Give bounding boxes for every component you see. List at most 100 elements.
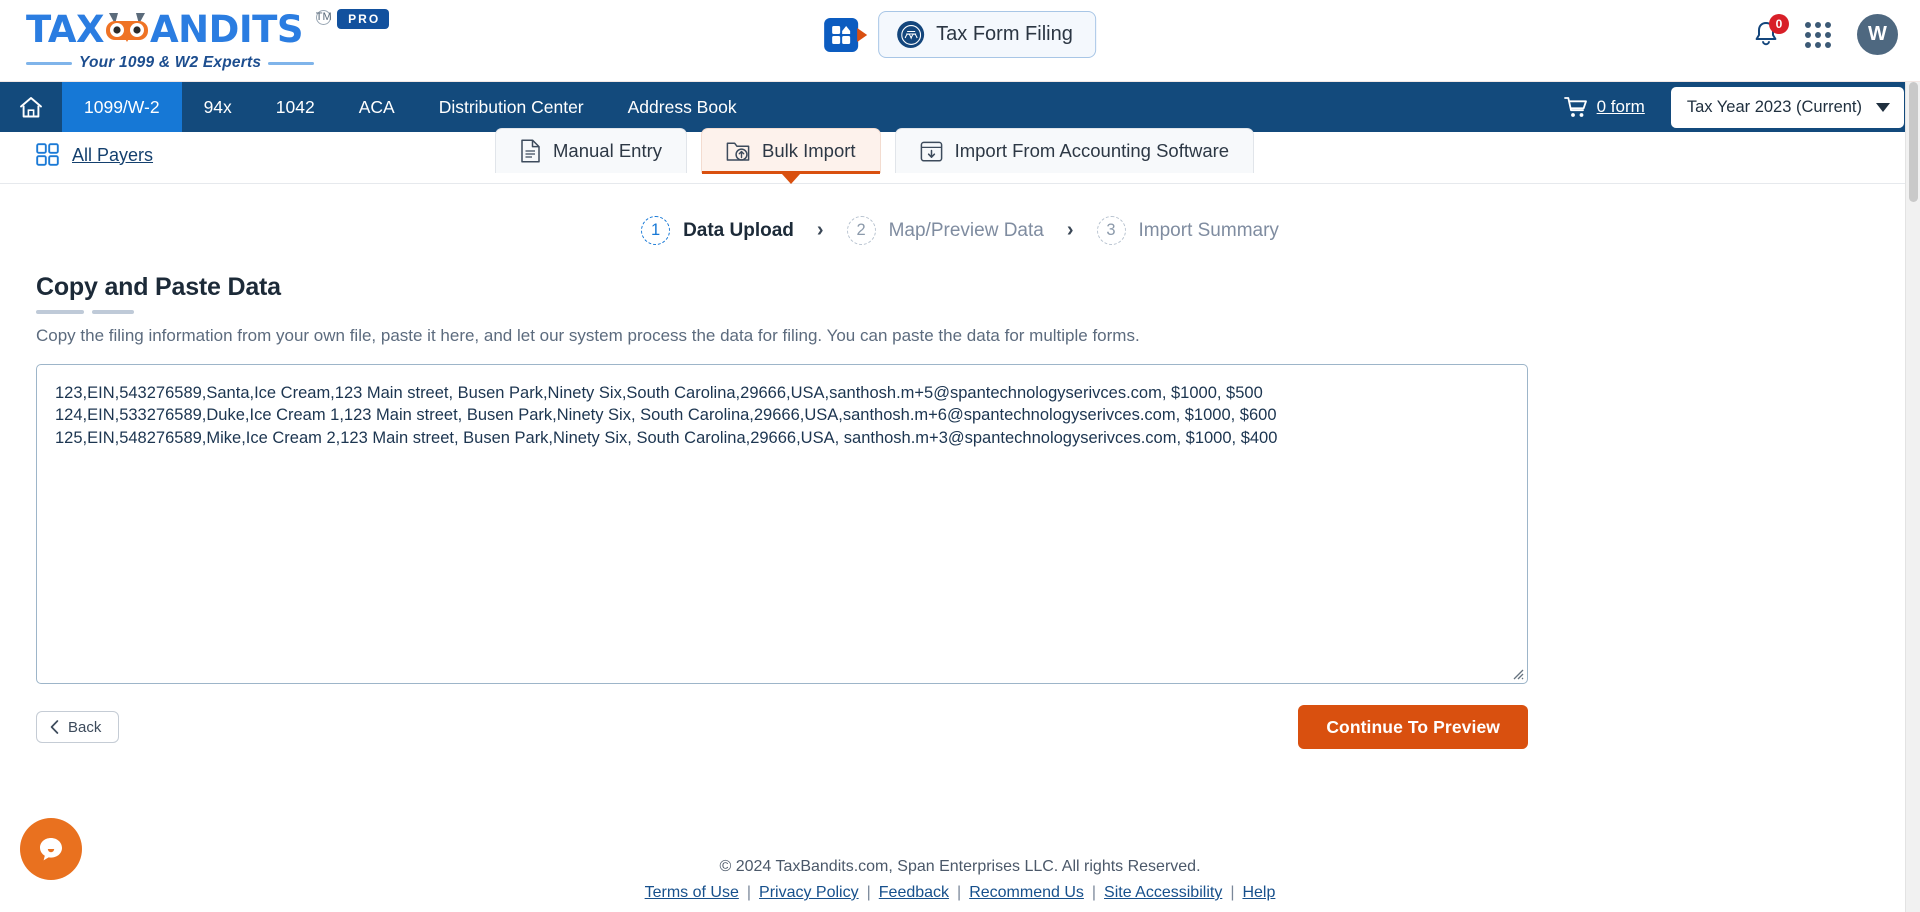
nav-label: Address Book [627,96,737,117]
tab-manual-entry[interactable]: Manual Entry [495,128,687,173]
nav-right-group: 0 form Tax Year 2023 (Current) [1563,82,1920,132]
paste-line: 125,EIN,548276589,Mike,Ice Cream 2,123 M… [55,428,1278,447]
logo-tagline: Your 1099 & W2 Experts [79,54,262,71]
sub-toolbar: All Payers Manual Entry Bulk Import Impo… [0,128,1920,184]
footer-separator: | [1230,884,1235,901]
footer-link-help[interactable]: Help [1242,884,1275,902]
trademark-icon: TM [315,10,332,25]
tax-form-filing-button[interactable]: Tax Form Filing [878,11,1096,58]
cart-label: 0 form [1596,97,1645,116]
tab-label: Manual Entry [553,140,662,161]
step-label: Map/Preview Data [888,219,1044,241]
nav-label: 94x [203,96,232,117]
logo-word-bandits: ANDITS [150,8,303,51]
title-underline-decoration [36,310,1884,314]
brand-logo[interactable]: TAX ANDITS Your 1099 & W2 Experts TM PRO [26,8,390,72]
continue-to-preview-button[interactable]: Continue To Preview [1298,705,1528,749]
step-label: Data Upload [683,219,794,241]
footer-link-recommend-us[interactable]: Recommend Us [969,884,1084,902]
nav-item-1042[interactable]: 1042 [254,82,337,132]
logo-word-tax: TAX [26,8,105,51]
avatar[interactable]: W [1857,14,1898,55]
owl-icon [105,11,149,51]
header-center-nav: Tax Form Filing [824,11,1096,58]
logo-tagline-row: Your 1099 & W2 Experts [26,54,315,72]
tax-form-filing-label: Tax Form Filing [936,23,1073,45]
footer-links: Terms of Use | Privacy Policy | Feedback… [0,884,1920,902]
tagline-rule-right [268,61,315,65]
chat-bubble-icon [40,838,62,861]
form-action-bar: Back Continue To Preview [36,705,1528,749]
tax-year-select[interactable]: Tax Year 2023 (Current) [1670,86,1904,128]
pro-badge: PRO [337,9,390,29]
step-number: 2 [846,216,876,245]
irs-seal-icon [897,21,925,48]
paste-line: 123,EIN,543276589,Santa,Ice Cream,123 Ma… [55,384,1263,402]
cart-icon [1563,96,1587,117]
footer-separator: | [866,884,871,901]
grid-squares-icon [36,143,59,166]
nav-item-aca[interactable]: ACA [337,82,417,132]
step-number: 3 [1096,216,1126,245]
active-tab-pointer-icon [781,174,800,184]
top-header: TAX ANDITS Your 1099 & W2 Experts TM PRO… [0,0,1920,82]
footer-link-privacy-policy[interactable]: Privacy Policy [759,884,859,902]
footer-separator: | [746,884,752,901]
apps-grid-icon [1805,21,1811,28]
footer-separator: | [957,884,962,901]
page-scrollbar[interactable] [1905,82,1920,912]
page-title: Copy and Paste Data [36,273,281,301]
step-separator-icon: › [816,219,824,241]
box-download-icon [920,141,942,162]
nav-item-1099-w2[interactable]: 1099/W-2 [62,82,182,132]
step-import-summary[interactable]: 3 Import Summary [1096,216,1279,245]
nav-item-94x[interactable]: 94x [182,82,254,132]
step-map-preview-data[interactable]: 2 Map/Preview Data [846,216,1044,245]
footer-link-site-accessibility[interactable]: Site Accessibility [1104,884,1222,902]
step-number: 1 [641,216,671,245]
main-navigation: 1099/W-2 94x 1042 ACA Distribution Cente… [0,82,1920,132]
resize-handle[interactable] [1510,666,1524,680]
all-payers-link[interactable]: All Payers [36,143,153,167]
paste-data-textarea[interactable]: 123,EIN,543276589,Santa,Ice Cream,123 Ma… [36,364,1528,684]
nav-item-address-book[interactable]: Address Book [606,82,759,132]
chevron-left-icon [50,720,59,734]
tagline-rule-left [26,61,72,65]
apps-grid-button[interactable] [1805,21,1831,48]
cart-link[interactable]: 0 form [1563,96,1645,119]
nav-item-distribution-center[interactable]: Distribution Center [417,82,606,132]
step-separator-icon: › [1066,219,1074,241]
back-button[interactable]: Back [36,711,120,743]
main-content: Copy and Paste Data Copy the filing info… [0,273,1920,749]
nav-label: ACA [358,96,395,117]
page-footer: © 2024 TaxBandits.com, Span Enterprises … [0,858,1920,902]
entry-method-tabs: Manual Entry Bulk Import Import From Acc… [495,128,1255,184]
home-icon [20,96,42,117]
tab-import-accounting-software[interactable]: Import From Accounting Software [894,128,1255,173]
page-description: Copy the filing information from your ow… [36,326,1140,345]
app-switcher-caret-icon [857,27,868,42]
document-icon [521,139,540,163]
tab-bulk-import[interactable]: Bulk Import [701,128,881,184]
footer-separator: | [1091,884,1097,901]
scrollbar-thumb[interactable] [1909,82,1918,202]
step-label: Import Summary [1138,219,1279,241]
chat-widget-button[interactable] [20,818,82,880]
app-switcher-button[interactable] [824,17,868,52]
nav-label: 1099/W-2 [84,96,160,117]
nav-label: Distribution Center [438,96,584,117]
footer-link-feedback[interactable]: Feedback [879,884,949,902]
notification-count-badge: 0 [1769,13,1789,34]
logo-wordmark: TAX ANDITS [26,8,314,48]
step-data-upload[interactable]: 1 Data Upload [641,216,794,245]
copyright-text: © 2024 TaxBandits.com, Span Enterprises … [719,858,1201,875]
header-right-tools: 0 W [1753,13,1898,55]
tab-label: Bulk Import [762,140,856,161]
nav-home-button[interactable] [0,82,62,132]
notifications-button[interactable]: 0 [1753,13,1789,50]
tax-year-value: Tax Year 2023 (Current) [1686,97,1862,116]
back-label: Back [68,718,102,736]
folder-upload-icon [726,141,750,161]
chevron-down-icon [1876,102,1890,112]
footer-link-terms-of-use[interactable]: Terms of Use [645,884,739,902]
